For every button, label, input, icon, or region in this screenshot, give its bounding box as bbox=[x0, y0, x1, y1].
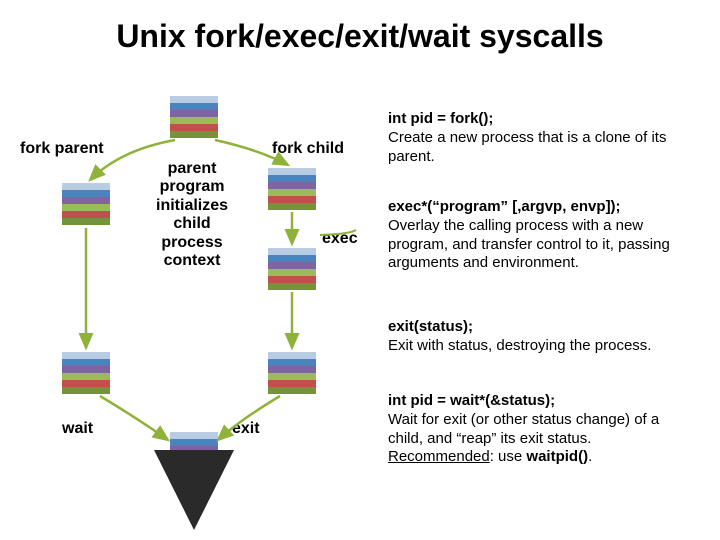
diagram-connectors bbox=[0, 0, 720, 540]
